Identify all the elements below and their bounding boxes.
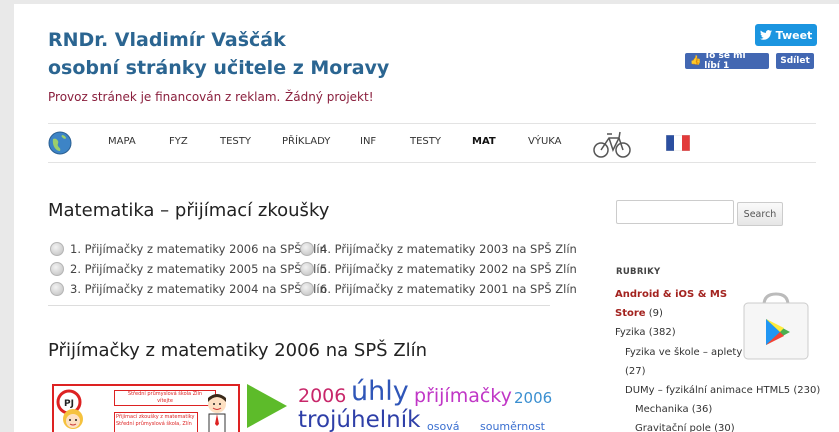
divider — [48, 305, 550, 306]
girl-cartoon-icon — [63, 409, 83, 429]
toc-link[interactable]: 1. Přijímačky z matematiky 2006 na SPŠ Z… — [70, 242, 327, 256]
applet-thumbnail[interactable]: PJ Střední průmyslová škola Zlín vítejte… — [52, 384, 240, 432]
category-store[interactable]: Store (9) — [615, 308, 663, 319]
category-mechanika[interactable]: Mechanika (36) — [635, 404, 712, 415]
facebook-share-button[interactable]: Sdílet — [776, 53, 814, 69]
category-link[interactable]: Android & iOS & MS — [615, 289, 727, 300]
thumbnail-line: Střední průmyslová škola Zlín — [127, 391, 203, 397]
french-flag-icon[interactable] — [666, 135, 690, 151]
toc-item-6[interactable]: 6. Přijímačky z matematiky 2001 na SPŠ Z… — [300, 282, 577, 296]
thumbnail-line: vítejte — [157, 398, 173, 404]
nav-mat[interactable]: MAT — [472, 136, 496, 147]
nav-mapa[interactable]: MAPA — [108, 136, 136, 147]
thumbnail-info: Přijímací zkoušky z matematiky Střední p… — [114, 412, 198, 432]
toc-item-5[interactable]: 5. Přijímačky z matematiky 2002 na SPŠ Z… — [300, 262, 577, 276]
nav-testy[interactable]: TESTY — [220, 136, 251, 147]
bullet-icon — [50, 262, 64, 276]
category-fyzika-ve-skole-count: (27) — [625, 366, 646, 377]
bicycle-icon[interactable] — [593, 126, 631, 160]
category-count: (9) — [648, 308, 663, 319]
rubriky-heading: RUBRIKY — [616, 267, 661, 277]
bullet-icon — [50, 242, 64, 256]
category-android[interactable]: Android & iOS & MS — [615, 289, 727, 300]
nav-fyz[interactable]: FYZ — [169, 136, 188, 147]
toc-item-2[interactable]: 2. Přijímačky z matematiky 2005 na SPŠ Z… — [50, 262, 327, 276]
page: RNDr. Vladimír Vaščák osobní stránky uči… — [14, 4, 839, 432]
category-fyzika[interactable]: Fyzika (382) — [615, 327, 676, 338]
thumbnail-title: Střední průmyslová škola Zlín vítejte — [114, 390, 216, 406]
main-navigation: MAPA FYZ TESTY PŘÍKLADY INF TESTY MAT VÝ… — [48, 123, 816, 163]
bullet-icon — [300, 262, 314, 276]
tag-osova[interactable]: osová — [427, 420, 459, 432]
tweet-label: Tweet — [775, 28, 813, 42]
play-icon[interactable] — [247, 384, 287, 428]
tag-2006-small[interactable]: 2006 — [514, 389, 552, 407]
toc-link[interactable]: 6. Přijímačky z matematiky 2001 na SPŠ Z… — [320, 282, 577, 296]
thumbs-up-icon: 👍 — [690, 56, 702, 66]
site-title-line1[interactable]: RNDr. Vladimír Vaščák — [48, 26, 389, 54]
bullet-icon — [300, 282, 314, 296]
search-button[interactable]: Search — [737, 202, 783, 226]
toc-item-3[interactable]: 3. Přijímačky z matematiky 2004 na SPŠ Z… — [50, 282, 327, 296]
nav-priklady[interactable]: PŘÍKLADY — [282, 136, 330, 147]
tag-prijimacky[interactable]: přijímačky — [414, 385, 512, 407]
category-link[interactable]: Store — [615, 308, 646, 319]
nav-vyuka[interactable]: VÝUKA — [528, 136, 562, 147]
tag-2006[interactable]: 2006 — [298, 385, 346, 407]
nav-testy-inf[interactable]: TESTY — [410, 136, 441, 147]
ad-notice: Provoz stránek je financován z reklam. — [48, 90, 281, 104]
thumbnail-line: Střední průmyslová škola, Zlín — [116, 421, 192, 427]
tweet-button[interactable]: Tweet — [755, 24, 817, 46]
search-input[interactable] — [616, 200, 734, 224]
google-play-store-icon[interactable] — [740, 291, 812, 361]
category-dumy[interactable]: DUMy – fyzikální animace HTML5 (230) — [625, 385, 820, 396]
boy-cartoon-icon — [208, 394, 226, 432]
toc-link[interactable]: 5. Přijímačky z matematiky 2002 na SPŠ Z… — [320, 262, 577, 276]
category-gravitacni[interactable]: Gravitační pole (30) — [635, 423, 735, 432]
site-title-line2[interactable]: osobní stránky učitele z Moravy — [48, 54, 389, 82]
bullet-icon — [50, 282, 64, 296]
share-label: Sdílet — [780, 56, 810, 66]
toc-item-1[interactable]: 1. Přijímačky z matematiky 2006 na SPŠ Z… — [50, 242, 327, 256]
section-heading: Přijímačky z matematiky 2006 na SPŠ Zlín — [48, 340, 428, 361]
globe-icon[interactable] — [48, 131, 72, 155]
tag-uhly[interactable]: úhly — [351, 376, 409, 407]
nav-inf[interactable]: INF — [360, 136, 376, 147]
site-title[interactable]: RNDr. Vladimír Vaščák osobní stránky uči… — [48, 26, 389, 82]
facebook-like-button[interactable]: 👍 To se mi líbí 1 — [685, 51, 769, 71]
no-project-notice: Žádný projekt! — [285, 90, 374, 104]
tag-trojuhelnik[interactable]: trojúhelník — [298, 407, 420, 432]
toc-link[interactable]: 4. Přijímačky z matematiky 2003 na SPŠ Z… — [320, 242, 577, 256]
category-fyzika-ve-skole[interactable]: Fyzika ve škole – aplety — [625, 347, 742, 358]
page-heading: Matematika – přijímací zkoušky — [48, 200, 330, 221]
toc-link[interactable]: 3. Přijímačky z matematiky 2004 na SPŠ Z… — [70, 282, 327, 296]
like-label: To se mi líbí 1 — [704, 51, 746, 71]
tag-soumernost[interactable]: souměrnost — [480, 420, 545, 432]
twitter-bird-icon — [759, 30, 772, 40]
toc-item-4[interactable]: 4. Přijímačky z matematiky 2003 na SPŠ Z… — [300, 242, 577, 256]
toc-link[interactable]: 2. Přijímačky z matematiky 2005 na SPŠ Z… — [70, 262, 327, 276]
thumbnail-line: Přijímací zkoušky z matematiky — [116, 414, 195, 420]
bullet-icon — [300, 242, 314, 256]
